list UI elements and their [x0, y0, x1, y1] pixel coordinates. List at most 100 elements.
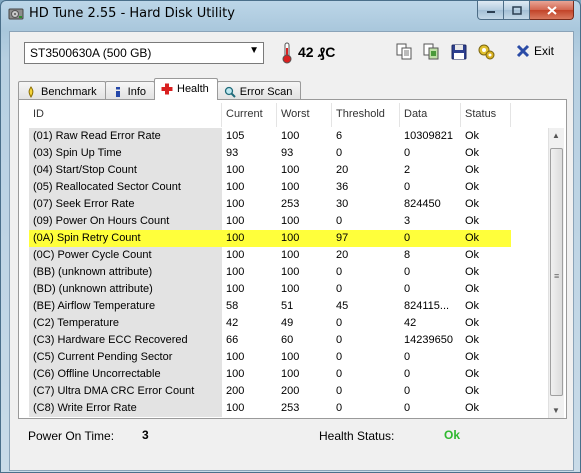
table-row[interactable]: (C6) Offline Uncorrectable 100 100 0 0 Ok: [29, 366, 511, 383]
cell-data: 0: [404, 368, 411, 380]
cell-id: (07) Seek Error Rate: [29, 196, 222, 213]
cell-threshold: 0: [336, 215, 343, 227]
cell-id: (C7) Ultra DMA CRC Error Count: [29, 383, 222, 400]
cell-data: 0: [404, 181, 411, 193]
cell-id: (C3) Hardware ECC Recovered: [29, 332, 222, 349]
table-row[interactable]: (BD) (unknown attribute) 100 100 0 0 Ok: [29, 281, 511, 298]
cell-data: 0: [404, 402, 411, 414]
cell-current: 105: [226, 130, 245, 142]
cell-current: 100: [226, 266, 245, 278]
cell-threshold: 0: [336, 334, 343, 346]
table-row[interactable]: (0C) Power Cycle Count 100 100 20 8 Ok: [29, 247, 511, 264]
cell-worst: 100: [281, 249, 300, 261]
cell-current: 58: [226, 300, 239, 312]
cell-id: (09) Power On Hours Count: [29, 213, 222, 230]
tab-error-scan[interactable]: Error Scan: [216, 81, 302, 100]
table-row[interactable]: (0A) Spin Retry Count 100 100 97 0 Ok: [29, 230, 511, 247]
cell-worst: 100: [281, 164, 300, 176]
table-row[interactable]: (01) Raw Read Error Rate 105 100 6 10309821 O…: [29, 128, 511, 145]
cell-data: 0: [404, 147, 411, 159]
tab-benchmark[interactable]: Benchmark: [18, 81, 106, 100]
tab-info[interactable]: Info: [104, 81, 155, 100]
health-icon: [161, 83, 173, 95]
cell-data: 0: [400, 230, 461, 247]
window-title: HD Tune 2.55 - Hard Disk Utility: [29, 6, 235, 21]
cell-worst: 100: [281, 181, 300, 193]
exit-button[interactable]: Exit: [516, 44, 554, 58]
column-header-id[interactable]: ID: [29, 103, 222, 127]
cell-data: 0: [404, 351, 411, 363]
cell-status: Ok: [461, 230, 511, 247]
column-header-current[interactable]: Current: [222, 103, 277, 127]
table-row[interactable]: (04) Start/Stop Count 100 100 20 2 Ok: [29, 162, 511, 179]
exit-icon: [516, 44, 530, 58]
health-status-value: Ok: [444, 428, 461, 442]
column-header-data[interactable]: Data: [400, 103, 461, 127]
table-row[interactable]: (05) Reallocated Sector Count 100 100 36 0 Ok: [29, 179, 511, 196]
copy-screenshot-icon[interactable]: [422, 43, 440, 61]
cell-worst: 60: [281, 334, 294, 346]
save-icon[interactable]: [450, 43, 468, 61]
cell-id: (C5) Current Pending Sector: [29, 349, 222, 366]
thermometer-icon: [282, 42, 292, 64]
table-row[interactable]: (C8) Write Error Rate 100 253 0 0 Ok: [29, 400, 511, 417]
close-button[interactable]: [530, 1, 574, 20]
minimize-icon: [486, 11, 495, 13]
table-header: ID Current Worst Threshold Data Status: [29, 103, 511, 127]
vertical-scrollbar[interactable]: ▲ ≡ ▼: [548, 128, 564, 418]
column-header-status[interactable]: Status: [461, 103, 511, 127]
cell-id: (BD) (unknown attribute): [29, 281, 222, 298]
toolbar: ST3500630A (500 GB) ▼ 42 ₰C Exit: [10, 32, 573, 76]
cell-threshold: 30: [336, 198, 349, 210]
table-row[interactable]: (09) Power On Hours Count 100 100 0 3 Ok: [29, 213, 511, 230]
column-header-worst[interactable]: Worst: [277, 103, 332, 127]
copy-text-icon[interactable]: [395, 43, 413, 61]
cell-data: 42: [404, 317, 417, 329]
table-row[interactable]: (BB) (unknown attribute) 100 100 0 0 Ok: [29, 264, 511, 281]
scroll-down-icon[interactable]: ▼: [552, 406, 560, 415]
table-row[interactable]: (C7) Ultra DMA CRC Error Count 200 200 0 0 Ok: [29, 383, 511, 400]
cell-id: (05) Reallocated Sector Count: [29, 179, 222, 196]
tab-health[interactable]: Health: [154, 78, 218, 100]
cell-id: (C8) Write Error Rate: [29, 400, 222, 417]
cell-status: Ok: [465, 402, 480, 414]
cell-data: 14239650: [404, 334, 453, 346]
cell-status: Ok: [465, 385, 480, 397]
cell-status: Ok: [465, 283, 480, 295]
cell-worst: 100: [277, 230, 332, 247]
cell-status: Ok: [465, 198, 480, 210]
table-row[interactable]: (BE) Airflow Temperature 58 51 45 824115... O…: [29, 298, 511, 315]
options-icon[interactable]: [477, 43, 495, 61]
table-row[interactable]: (C3) Hardware ECC Recovered 66 60 0 14239650…: [29, 332, 511, 349]
table-row[interactable]: (C5) Current Pending Sector 100 100 0 0 Ok: [29, 349, 511, 366]
tab-strip: Benchmark Info Health Error Scan: [18, 78, 302, 100]
column-header-threshold[interactable]: Threshold: [332, 103, 400, 127]
cell-data: 0: [404, 283, 411, 295]
cell-status: Ok: [465, 249, 480, 261]
health-status-label: Health Status:: [319, 429, 395, 443]
drive-dropdown[interactable]: ST3500630A (500 GB) ▼: [24, 42, 264, 64]
title-bar[interactable]: HD Tune 2.55 - Hard Disk Utility: [1, 1, 580, 27]
status-bar: Power On Time: 3 Health Status: Ok: [18, 423, 567, 449]
table-row[interactable]: (C2) Temperature 42 49 0 42 Ok: [29, 315, 511, 332]
scrollbar-thumb[interactable]: ≡: [550, 148, 563, 396]
cell-current: 100: [226, 164, 245, 176]
cell-threshold: 0: [336, 283, 343, 295]
cell-threshold: 0: [336, 266, 343, 278]
cell-threshold: 6: [336, 130, 343, 142]
smart-attribute-table: (01) Raw Read Error Rate 105 100 6 10309821 O…: [29, 128, 511, 417]
table-row[interactable]: (07) Seek Error Rate 100 253 30 824450 Ok: [29, 196, 511, 213]
exit-label: Exit: [534, 44, 555, 58]
cell-threshold: 0: [336, 402, 343, 414]
temperature-readout: 42 ₰C: [298, 44, 336, 60]
cell-id: (03) Spin Up Time: [29, 145, 222, 162]
maximize-button[interactable]: [504, 1, 530, 20]
cell-current: 93: [226, 147, 239, 159]
cell-threshold: 0: [336, 385, 343, 397]
cell-current: 100: [222, 230, 277, 247]
cell-worst: 51: [281, 300, 294, 312]
table-row[interactable]: (03) Spin Up Time 93 93 0 0 Ok: [29, 145, 511, 162]
cell-current: 66: [226, 334, 239, 346]
minimize-button[interactable]: [477, 1, 504, 20]
scroll-up-icon[interactable]: ▲: [552, 131, 560, 140]
